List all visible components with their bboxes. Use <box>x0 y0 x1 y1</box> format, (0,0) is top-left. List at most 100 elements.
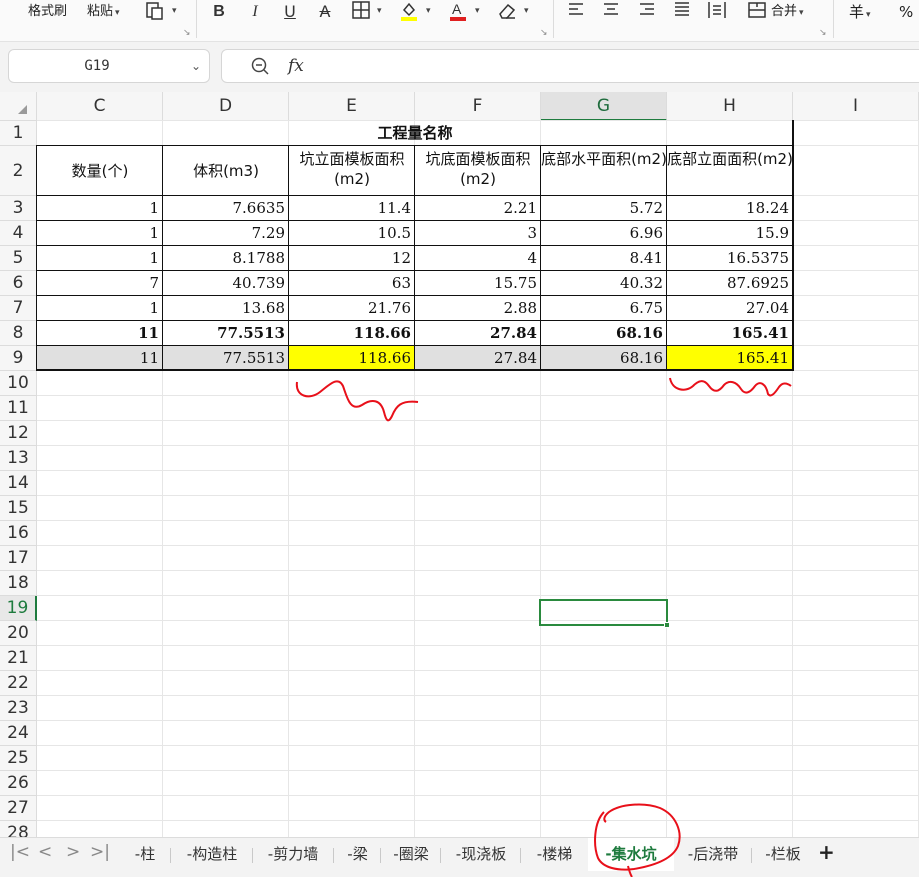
data-cell[interactable]: 12 <box>289 246 415 271</box>
row-header-14[interactable]: 14 <box>0 471 37 496</box>
check-cell[interactable]: 11 <box>37 346 163 371</box>
row-header-16[interactable]: 16 <box>0 521 37 546</box>
data-cell[interactable]: 3 <box>415 221 541 246</box>
last-sheet-icon[interactable]: >| <box>90 842 110 862</box>
data-cell[interactable]: 7.6635 <box>163 196 289 221</box>
data-cell[interactable]: 2.88 <box>415 296 541 321</box>
total-cell[interactable]: 27.84 <box>415 321 541 346</box>
currency-button[interactable]: 羊 ▾ <box>849 0 871 26</box>
data-cell[interactable]: 87.6925 <box>667 271 793 296</box>
fx-icon[interactable]: fx <box>288 50 304 82</box>
chevron-down-icon[interactable]: ⌄ <box>191 50 201 82</box>
highlighted-cell[interactable]: 165.41 <box>667 346 793 371</box>
row-header-2[interactable]: 2 <box>0 146 37 196</box>
sheet-tab-7[interactable]: -楼梯 <box>523 838 586 871</box>
row-header-27[interactable]: 27 <box>0 796 37 821</box>
chevron-down-icon[interactable]: ▾ <box>524 6 529 16</box>
column-header-I[interactable]: I <box>793 92 919 121</box>
distributed-align-icon[interactable] <box>704 0 730 26</box>
sheet-tab-9[interactable]: -后浇带 <box>675 838 751 871</box>
sheet-tab-1[interactable]: -柱 <box>120 838 170 871</box>
data-cell[interactable]: 4 <box>415 246 541 271</box>
underline-button[interactable]: U <box>277 0 303 26</box>
next-sheet-icon[interactable]: > <box>66 842 80 862</box>
data-cell[interactable]: 1 <box>37 296 163 321</box>
column-header-C[interactable]: C <box>37 92 163 121</box>
check-cell[interactable]: 68.16 <box>541 346 667 371</box>
row-header-22[interactable]: 22 <box>0 671 37 696</box>
paste-button[interactable]: 粘贴 ▾ <box>87 0 120 26</box>
first-sheet-icon[interactable]: |< <box>10 842 30 862</box>
align-center-icon[interactable] <box>598 0 624 26</box>
column-header-E[interactable]: E <box>289 92 415 121</box>
total-cell[interactable]: 11 <box>37 321 163 346</box>
sheet-tab-5[interactable]: -圈梁 <box>382 838 440 871</box>
data-cell[interactable]: 11.4 <box>289 196 415 221</box>
percent-button[interactable]: % <box>899 0 913 26</box>
prev-sheet-icon[interactable]: < <box>38 842 52 862</box>
fill-color-icon[interactable] <box>396 0 422 26</box>
data-cell[interactable]: 1 <box>37 196 163 221</box>
row-header-5[interactable]: 5 <box>0 246 37 271</box>
row-header-9[interactable]: 9 <box>0 346 37 371</box>
data-cell[interactable]: 10.5 <box>289 221 415 246</box>
column-header-F[interactable]: F <box>415 92 541 121</box>
total-cell[interactable]: 118.66 <box>289 321 415 346</box>
row-header-28[interactable]: 28 <box>0 821 37 837</box>
data-cell[interactable]: 18.24 <box>667 196 793 221</box>
row-header-25[interactable]: 25 <box>0 746 37 771</box>
data-cell[interactable]: 27.04 <box>667 296 793 321</box>
row-header-7[interactable]: 7 <box>0 296 37 321</box>
bold-button[interactable]: B <box>206 0 232 26</box>
row-header-23[interactable]: 23 <box>0 696 37 721</box>
sheet-tab-2[interactable]: -构造柱 <box>172 838 252 871</box>
column-header-D[interactable]: D <box>163 92 289 121</box>
sheet-tab-3[interactable]: -剪力墙 <box>253 838 333 871</box>
row-header-18[interactable]: 18 <box>0 571 37 596</box>
data-cell[interactable]: 8.41 <box>541 246 667 271</box>
row-header-13[interactable]: 13 <box>0 446 37 471</box>
formula-input[interactable]: fx <box>221 49 919 83</box>
data-cell[interactable]: 1 <box>37 246 163 271</box>
data-cell[interactable]: 7 <box>37 271 163 296</box>
row-header-6[interactable]: 6 <box>0 271 37 296</box>
data-cell[interactable]: 2.21 <box>415 196 541 221</box>
row-header-11[interactable]: 11 <box>0 396 37 421</box>
italic-button[interactable]: I <box>242 0 268 26</box>
row-header-26[interactable]: 26 <box>0 771 37 796</box>
data-cell[interactable]: 13.68 <box>163 296 289 321</box>
row-header-4[interactable]: 4 <box>0 221 37 246</box>
selected-cell-G19[interactable] <box>539 599 670 628</box>
add-sheet-button[interactable]: + <box>818 840 835 864</box>
data-cell[interactable]: 15.75 <box>415 271 541 296</box>
select-all-corner[interactable] <box>0 92 37 121</box>
chevron-down-icon[interactable]: ▾ <box>377 6 382 16</box>
data-cell[interactable]: 15.9 <box>667 221 793 246</box>
eraser-icon[interactable] <box>494 0 520 26</box>
row-header-24[interactable]: 24 <box>0 721 37 746</box>
row-header-10[interactable]: 10 <box>0 371 37 396</box>
dialog-launcher-icon[interactable]: ↘ <box>540 28 548 38</box>
data-cell[interactable]: 21.76 <box>289 296 415 321</box>
row-header-1[interactable]: 1 <box>0 121 37 146</box>
row-header-20[interactable]: 20 <box>0 621 37 646</box>
border-icon[interactable] <box>348 0 374 26</box>
data-cell[interactable]: 8.1788 <box>163 246 289 271</box>
chevron-down-icon[interactable]: ▾ <box>426 6 431 16</box>
column-header-G[interactable]: G <box>541 92 667 121</box>
row-header-12[interactable]: 12 <box>0 421 37 446</box>
merge-icon[interactable] <box>744 0 770 26</box>
total-cell[interactable]: 77.5513 <box>163 321 289 346</box>
sheet-tab-6[interactable]: -现浇板 <box>442 838 520 871</box>
paste-special-icon[interactable] <box>142 0 168 26</box>
data-cell[interactable]: 6.96 <box>541 221 667 246</box>
row-header-21[interactable]: 21 <box>0 646 37 671</box>
data-cell[interactable]: 40.739 <box>163 271 289 296</box>
data-cell[interactable]: 63 <box>289 271 415 296</box>
row-header-3[interactable]: 3 <box>0 196 37 221</box>
data-cell[interactable]: 5.72 <box>541 196 667 221</box>
data-cell[interactable]: 16.5375 <box>667 246 793 271</box>
spreadsheet-grid[interactable]: CDEFGHI 1 2 3 4 5 6 7 8 9 10 11 12 13 14 15 16 17 18 19 20 2… <box>0 92 919 837</box>
check-cell[interactable]: 77.5513 <box>163 346 289 371</box>
data-cell[interactable]: 6.75 <box>541 296 667 321</box>
